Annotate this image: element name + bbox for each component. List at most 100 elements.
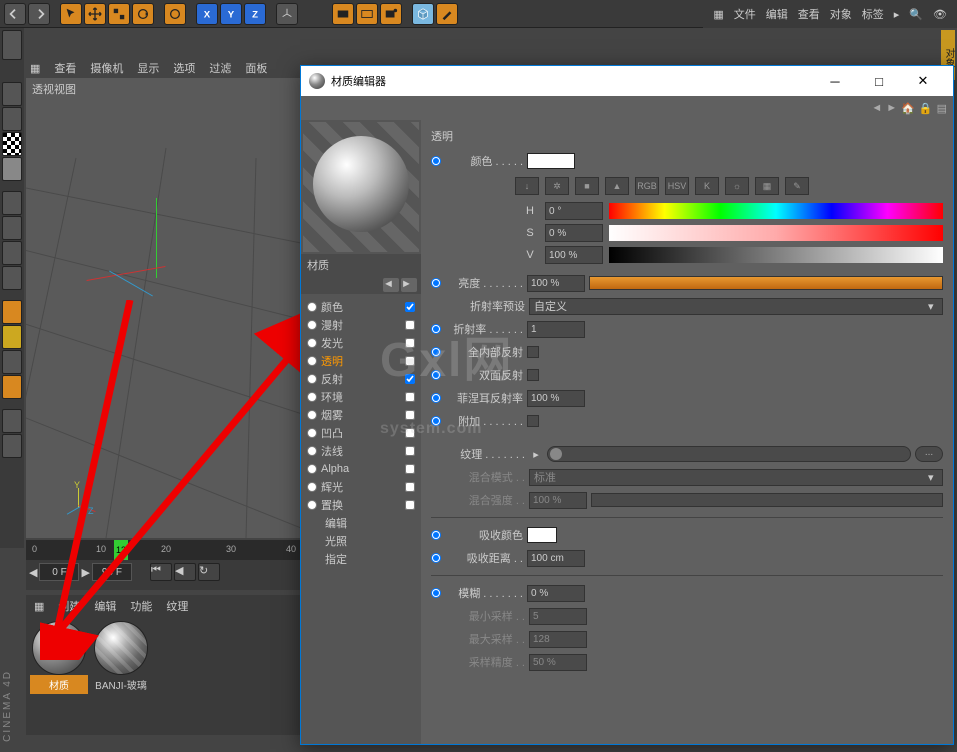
color-swatch[interactable] <box>527 153 575 169</box>
blendmode-dropdown[interactable]: 标准▾ <box>529 469 943 486</box>
menu-icon[interactable]: ▤ <box>937 102 947 115</box>
channel-checkbox[interactable] <box>405 446 415 456</box>
ior-preset-dropdown[interactable]: 自定义▾ <box>529 298 943 315</box>
tl-next-icon[interactable]: ▶ <box>81 566 89 579</box>
channel-辉光[interactable]: 辉光 <box>303 478 419 496</box>
channel-radio[interactable] <box>307 374 317 384</box>
model-mode-button[interactable] <box>2 82 22 106</box>
nav-fwd-button[interactable]: ► <box>401 278 417 292</box>
menu-file[interactable]: 文件 <box>734 6 756 22</box>
channel-radio[interactable] <box>307 464 317 474</box>
bothside-checkbox[interactable] <box>527 369 539 381</box>
grid2-button[interactable] <box>2 434 22 458</box>
workplane-button[interactable] <box>2 157 22 181</box>
channel-radio[interactable] <box>307 356 317 366</box>
texture-mode-icon[interactable]: RGB <box>635 177 659 195</box>
y-axis-button[interactable]: Y <box>220 3 242 25</box>
vp-menu-view[interactable]: 查看 <box>54 60 76 76</box>
timeline-end-input[interactable] <box>92 563 132 581</box>
val-input[interactable] <box>545 246 603 264</box>
texture-mode-icon[interactable]: ✲ <box>545 177 569 195</box>
color-radio[interactable] <box>431 156 441 166</box>
vp-menu-camera[interactable]: 摄像机 <box>90 60 123 76</box>
tir-checkbox[interactable] <box>527 346 539 358</box>
channel-radio[interactable] <box>307 500 317 510</box>
texture-slot[interactable] <box>547 446 911 462</box>
mat-menu-function[interactable]: 功能 <box>130 598 152 614</box>
timeline-ruler[interactable]: 0 10 20 30 40 13 <box>26 540 301 560</box>
tl-prev-icon[interactable]: ◀ <box>29 566 37 579</box>
channel-发光[interactable]: 发光 <box>303 334 419 352</box>
channel-radio[interactable] <box>307 392 317 402</box>
bothside-radio[interactable] <box>431 370 441 380</box>
uv-mode-button[interactable] <box>2 266 22 290</box>
texture-browse-button[interactable]: ... <box>915 446 943 462</box>
perspective-viewport[interactable]: 透视视图 Y Z <box>26 78 301 538</box>
channel-radio[interactable] <box>307 482 317 492</box>
ngon-button[interactable] <box>2 350 22 374</box>
brightness-radio[interactable] <box>431 278 441 288</box>
channel-环境[interactable]: 环境 <box>303 388 419 406</box>
texture-mode-icon[interactable]: ▦ <box>755 177 779 195</box>
render-button[interactable] <box>332 3 354 25</box>
object-mode-button[interactable] <box>2 107 22 131</box>
mat-menu-create[interactable]: 创建 <box>58 598 80 614</box>
timeline-playhead[interactable]: 13 <box>114 540 128 560</box>
absdist-radio[interactable] <box>431 553 441 563</box>
menu-edit[interactable]: 编辑 <box>766 6 788 22</box>
menu-object[interactable]: 对象 <box>830 6 852 22</box>
additive-radio[interactable] <box>431 416 441 426</box>
channel-checkbox[interactable] <box>405 338 415 348</box>
sat-slider[interactable] <box>609 225 943 241</box>
prev-frame-button[interactable]: ◀ <box>174 563 196 581</box>
render-settings-button[interactable] <box>380 3 402 25</box>
channel-radio[interactable] <box>307 320 317 330</box>
select-tool[interactable] <box>60 3 82 25</box>
val-slider[interactable] <box>609 247 943 263</box>
channel-光照[interactable]: 光照 <box>303 532 419 550</box>
sat-input[interactable] <box>545 224 603 242</box>
channel-checkbox[interactable] <box>405 500 415 510</box>
minimize-button[interactable]: ─ <box>813 66 857 96</box>
menu-more-icon[interactable]: ▸ <box>894 8 900 21</box>
edge-mode-button[interactable] <box>2 216 22 240</box>
channel-指定[interactable]: 指定 <box>303 550 419 568</box>
channel-Alpha[interactable]: Alpha <box>303 460 419 478</box>
nav-up-icon[interactable]: 🏠 <box>901 102 915 115</box>
texture-arrow-icon[interactable]: ▸ <box>529 448 543 461</box>
channel-radio[interactable] <box>307 446 317 456</box>
render-region-button[interactable] <box>356 3 378 25</box>
coord-button[interactable] <box>276 3 298 25</box>
additive-checkbox[interactable] <box>527 415 539 427</box>
channel-烟雾[interactable]: 烟雾 <box>303 406 419 424</box>
hue-slider[interactable] <box>609 203 943 219</box>
texture-mode-icon[interactable]: ☼ <box>725 177 749 195</box>
abscolor-radio[interactable] <box>431 530 441 540</box>
grid-button[interactable] <box>2 409 22 433</box>
fresnel-radio[interactable] <box>431 393 441 403</box>
ior-input[interactable] <box>527 321 585 338</box>
nav-right-icon[interactable]: ► <box>886 102 897 114</box>
play-button[interactable]: ↻ <box>198 563 220 581</box>
timeline-start-input[interactable] <box>39 563 79 581</box>
texture-mode-icon[interactable]: ■ <box>575 177 599 195</box>
fresnel-input[interactable] <box>527 390 585 407</box>
redo-button[interactable] <box>28 3 50 25</box>
undo-button[interactable] <box>4 3 26 25</box>
channel-反射[interactable]: 反射 <box>303 370 419 388</box>
minsamp-input[interactable] <box>529 608 587 625</box>
channel-checkbox[interactable] <box>405 374 415 384</box>
cube-primitive-button[interactable] <box>412 3 434 25</box>
texture-mode-icon[interactable]: HSV <box>665 177 689 195</box>
material-preview[interactable] <box>303 122 419 252</box>
scale-tool[interactable] <box>108 3 130 25</box>
channel-法线[interactable]: 法线 <box>303 442 419 460</box>
channel-radio[interactable] <box>307 428 317 438</box>
maxsamp-input[interactable] <box>529 631 587 648</box>
vp-menu-display[interactable]: 显示 <box>137 60 159 76</box>
channel-checkbox[interactable] <box>405 464 415 474</box>
blendstrength-input[interactable] <box>529 492 587 509</box>
mat-menu-texture[interactable]: 纹理 <box>166 598 188 614</box>
channel-radio[interactable] <box>307 302 317 312</box>
material-slot[interactable]: 材质 <box>30 621 88 696</box>
